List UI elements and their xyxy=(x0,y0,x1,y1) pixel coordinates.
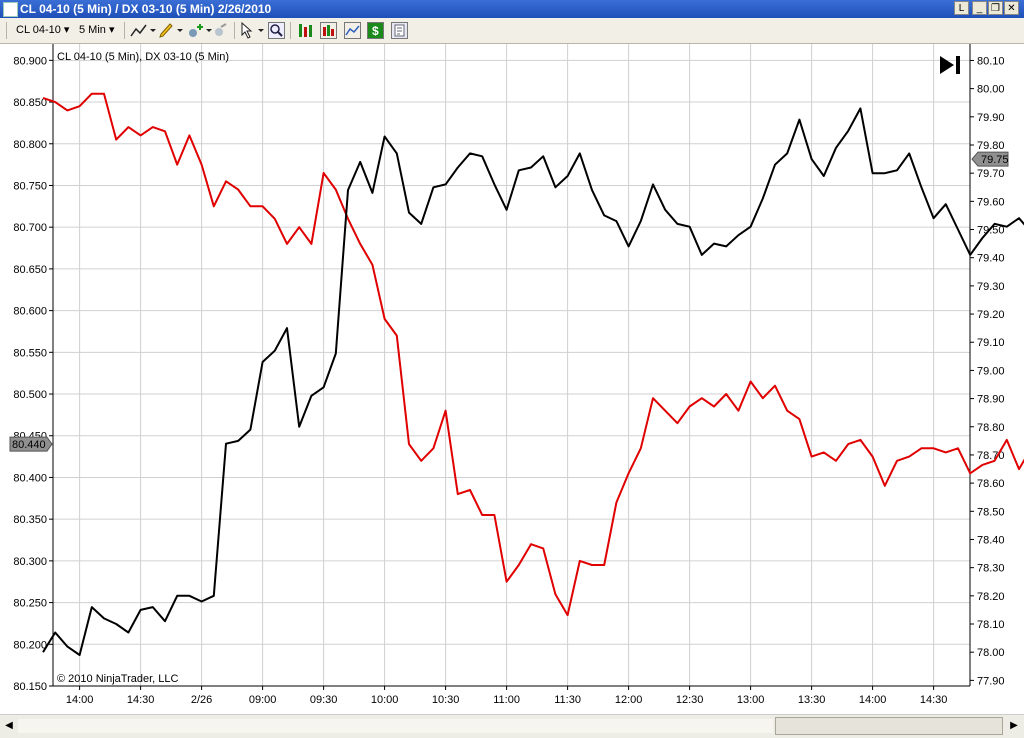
toolbar-separator xyxy=(234,22,235,39)
left-tick-label: 80.650 xyxy=(13,264,47,276)
interval-label: 5 Min xyxy=(79,24,106,36)
x-tick-label: 10:30 xyxy=(432,694,460,706)
restore-button[interactable]: ❐ xyxy=(988,1,1003,15)
scroll-right-arrow-icon[interactable]: ▶ xyxy=(1006,717,1022,735)
scroll-thumb[interactable] xyxy=(775,717,1003,735)
right-tick-label: 79.70 xyxy=(977,168,1005,180)
scroll-left-arrow-icon[interactable]: ◀ xyxy=(1,717,17,735)
copyright-label: © 2010 NinjaTrader, LLC xyxy=(57,673,178,685)
right-last-value-label: 79.75 xyxy=(981,154,1009,166)
left-tick-label: 80.550 xyxy=(13,347,47,359)
link-button[interactable]: L xyxy=(954,1,969,15)
right-tick-label: 78.40 xyxy=(977,534,1005,546)
toolbar-separator xyxy=(290,22,291,39)
bar-chart-icon[interactable] xyxy=(320,22,337,39)
strategy-chart-icon[interactable] xyxy=(344,22,361,39)
chart-header-label: CL 04-10 (5 Min), DX 03-10 (5 Min) xyxy=(57,51,229,63)
right-tick-label: 78.80 xyxy=(977,422,1005,434)
instrument-selector[interactable]: CL 04-10 ▾ xyxy=(16,22,69,39)
left-tick-label: 80.250 xyxy=(13,598,47,610)
x-tick-label: 14:30 xyxy=(127,694,155,706)
remove-indicator-icon[interactable] xyxy=(212,22,229,39)
window-titlebar: CL 04-10 (5 Min) / DX 03-10 (5 Min) 2/26… xyxy=(0,0,1024,18)
right-tick-label: 78.90 xyxy=(977,394,1005,406)
window-title: CL 04-10 (5 Min) / DX 03-10 (5 Min) 2/26… xyxy=(20,2,272,16)
right-tick-label: 79.40 xyxy=(977,253,1005,265)
left-tick-label: 80.700 xyxy=(13,222,47,234)
x-tick-label: 11:00 xyxy=(493,694,520,706)
right-tick-label: 79.20 xyxy=(977,309,1005,321)
chevron-down-icon: ▾ xyxy=(63,24,70,36)
left-tick-label: 80.900 xyxy=(13,55,47,67)
right-tick-label: 79.00 xyxy=(977,365,1005,377)
cursor-pointer-icon[interactable] xyxy=(240,21,264,39)
price-chart[interactable]: 80.900 80.850 80.800 80.750 80.700 80.650 80.6… xyxy=(0,44,1024,714)
left-tick-label: 80.750 xyxy=(13,180,47,192)
toolbar-separator xyxy=(124,22,125,39)
right-tick-label: 79.60 xyxy=(977,196,1005,208)
drawing-tool-pencil-icon[interactable] xyxy=(158,22,183,39)
data-series-icon[interactable] xyxy=(297,22,314,39)
right-tick-label: 78.10 xyxy=(977,619,1005,631)
svg-text:$: $ xyxy=(372,24,379,38)
right-tick-label: 79.30 xyxy=(977,281,1005,293)
right-tick-label: 78.60 xyxy=(977,478,1005,490)
chart-style-line-icon[interactable] xyxy=(130,22,156,39)
chart-toolbar: CL 04-10 ▾ 5 Min ▾ $ xyxy=(0,18,1024,44)
right-tick-label: 79.90 xyxy=(977,112,1005,124)
x-tick-label: 2/26 xyxy=(191,694,212,706)
toolbar-grip xyxy=(6,22,7,39)
right-tick-label: 78.50 xyxy=(977,506,1005,518)
x-tick-label: 14:00 xyxy=(859,694,887,706)
right-tick-label: 79.80 xyxy=(977,140,1005,152)
left-tick-label: 80.600 xyxy=(13,306,47,318)
right-tick-label: 80.10 xyxy=(977,55,1005,67)
left-tick-label: 80.200 xyxy=(13,639,47,651)
left-tick-label: 80.350 xyxy=(13,514,47,526)
x-tick-label: 13:30 xyxy=(798,694,826,706)
ninjatrader-app-icon xyxy=(3,2,18,17)
right-tick-label: 77.90 xyxy=(977,675,1005,687)
instrument-label: CL 04-10 xyxy=(16,24,61,36)
x-tick-label: 09:30 xyxy=(310,694,338,706)
left-tick-label: 80.150 xyxy=(13,681,47,693)
add-indicator-icon[interactable] xyxy=(187,22,212,39)
right-tick-label: 79.50 xyxy=(977,225,1005,237)
right-tick-label: 79.10 xyxy=(977,337,1005,349)
left-last-value-label: 80.440 xyxy=(12,439,46,451)
dollar-trade-icon[interactable]: $ xyxy=(367,22,384,39)
scroll-track[interactable] xyxy=(18,719,773,733)
left-tick-label: 80.800 xyxy=(13,139,47,151)
x-tick-label: 11:30 xyxy=(554,694,581,706)
left-tick-label: 80.400 xyxy=(13,472,47,484)
left-tick-label: 80.500 xyxy=(13,389,47,401)
left-tick-label: 80.300 xyxy=(13,556,47,568)
x-tick-label: 12:00 xyxy=(615,694,643,706)
x-tick-label: 09:00 xyxy=(249,694,277,706)
chart-area[interactable]: 80.900 80.850 80.800 80.750 80.700 80.650 80.6… xyxy=(0,44,1024,714)
left-tick-label: 80.850 xyxy=(13,97,47,109)
zoom-icon[interactable] xyxy=(268,22,285,39)
right-tick-label: 78.00 xyxy=(977,647,1005,659)
chevron-down-icon: ▾ xyxy=(108,24,115,36)
right-tick-label: 78.20 xyxy=(977,591,1005,603)
close-button[interactable]: ✕ xyxy=(1004,1,1019,15)
x-tick-label: 13:00 xyxy=(737,694,765,706)
minimize-button[interactable]: _ xyxy=(972,1,987,15)
interval-selector[interactable]: 5 Min ▾ xyxy=(79,22,115,39)
x-tick-label: 14:00 xyxy=(66,694,94,706)
x-tick-label: 10:00 xyxy=(371,694,399,706)
horizontal-scrollbar[interactable]: ◀ ▶ xyxy=(0,714,1024,738)
right-tick-label: 78.30 xyxy=(977,563,1005,575)
x-tick-label: 12:30 xyxy=(676,694,704,706)
x-tick-label: 14:30 xyxy=(920,694,948,706)
properties-icon[interactable] xyxy=(391,22,408,39)
right-tick-label: 80.00 xyxy=(977,84,1005,96)
